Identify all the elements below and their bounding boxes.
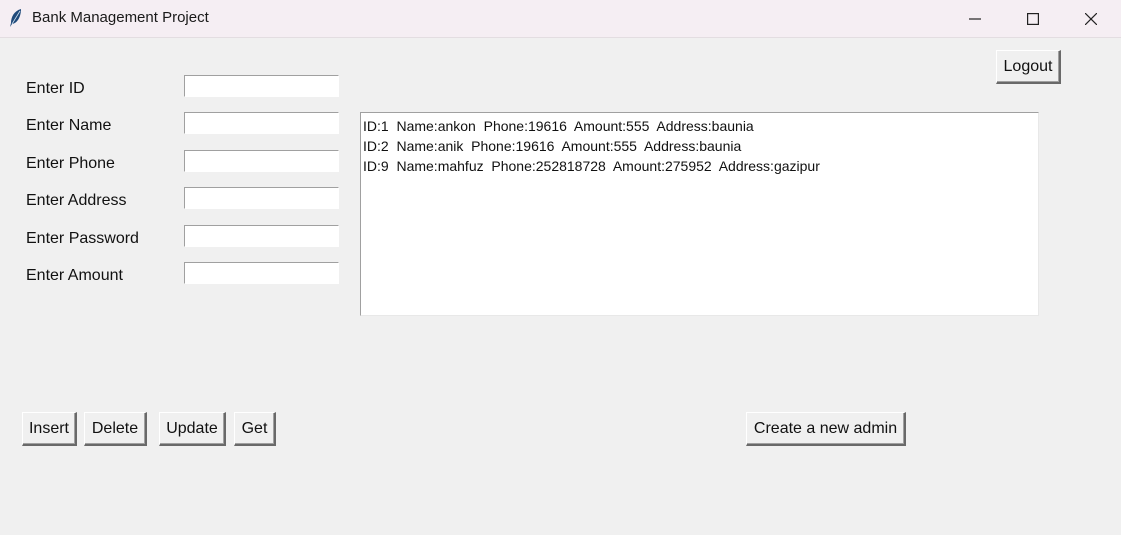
close-button[interactable] bbox=[1062, 0, 1120, 37]
password-label: Enter Password bbox=[26, 230, 139, 247]
phone-label: Enter Phone bbox=[26, 155, 115, 172]
minimize-button[interactable] bbox=[946, 0, 1004, 37]
update-button[interactable]: Update bbox=[159, 412, 226, 446]
amount-label: Enter Amount bbox=[26, 267, 123, 284]
phone-input[interactable] bbox=[184, 150, 339, 172]
title-bar: Bank Management Project bbox=[0, 0, 1121, 38]
minimize-icon bbox=[969, 13, 981, 25]
insert-button[interactable]: Insert bbox=[22, 412, 77, 446]
list-item[interactable]: ID:1 Name:ankon Phone:19616 Amount:555 A… bbox=[361, 116, 1038, 136]
name-label: Enter Name bbox=[26, 117, 112, 134]
list-item[interactable]: ID:9 Name:mahfuz Phone:252818728 Amount:… bbox=[361, 156, 1038, 176]
address-label: Enter Address bbox=[26, 192, 127, 209]
list-item[interactable]: ID:2 Name:anik Phone:19616 Amount:555 Ad… bbox=[361, 136, 1038, 156]
logout-button[interactable]: Logout bbox=[996, 50, 1061, 84]
maximize-button[interactable] bbox=[1004, 0, 1062, 37]
maximize-icon bbox=[1027, 12, 1039, 25]
accounts-listbox[interactable]: ID:1 Name:ankon Phone:19616 Amount:555 A… bbox=[360, 112, 1039, 316]
window-title: Bank Management Project bbox=[32, 9, 209, 26]
name-input[interactable] bbox=[184, 112, 339, 134]
address-input[interactable] bbox=[184, 187, 339, 209]
close-icon bbox=[1085, 12, 1097, 25]
feather-icon bbox=[8, 8, 24, 28]
amount-input[interactable] bbox=[184, 262, 339, 284]
delete-button[interactable]: Delete bbox=[84, 412, 147, 446]
get-button[interactable]: Get bbox=[234, 412, 276, 446]
password-input[interactable] bbox=[184, 225, 339, 247]
create-admin-button[interactable]: Create a new admin bbox=[746, 412, 906, 446]
id-label: Enter ID bbox=[26, 80, 85, 97]
id-input[interactable] bbox=[184, 75, 339, 97]
